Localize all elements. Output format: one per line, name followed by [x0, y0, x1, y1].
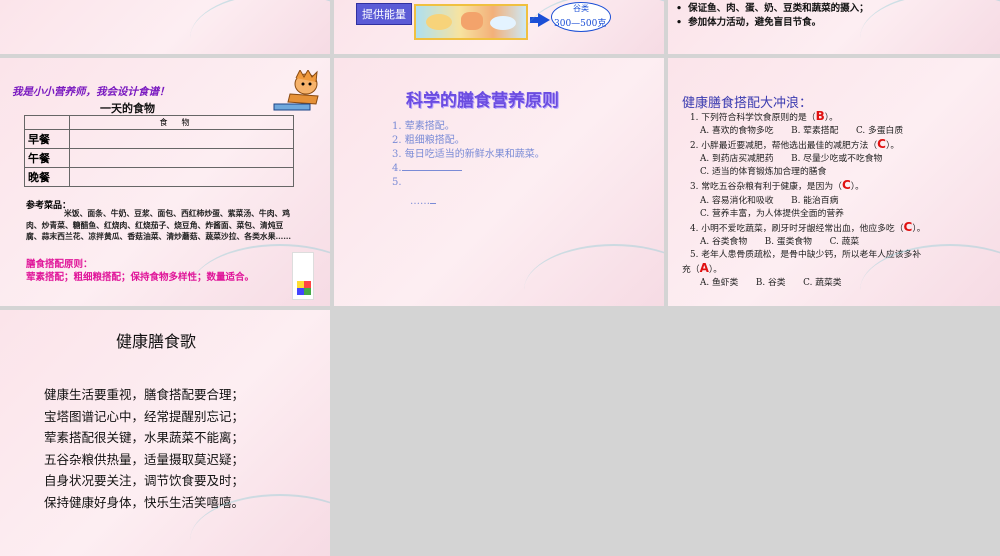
question-4: 4. 小明不爱吃蔬菜，刷牙时牙龈经常出血，他应多吃（C）。 [690, 219, 926, 234]
meal-cell-dinner[interactable] [69, 167, 294, 187]
quiz-body: 1. 下列符合科学饮食原则的是（B）。 A. 喜欢的食物多吃 B. 荤素搭配 C… [682, 109, 995, 290]
list-item: 5. [392, 177, 402, 188]
list-item: 4. [392, 162, 545, 176]
list-item: 3. 每日吃适当的新鲜水果和蔬菜。 [392, 149, 545, 160]
food-illustration [414, 4, 528, 40]
slide-thumbnail-7[interactable]: 健康膳食歌 健康生活要重视，膳食搭配要合理； 宝塔图谱记心中，经常提醒别忘记； … [0, 310, 330, 556]
kid-reading-icon [273, 70, 319, 111]
answer-3: C [841, 178, 851, 193]
poem-line: 自身状况要关注，调节饮食要及时； [44, 473, 245, 488]
table-caption: 一天的食物 [100, 102, 155, 115]
blank-line [401, 170, 462, 171]
meal-label-lunch: 午餐 [24, 148, 70, 168]
slide-title: 健康膳食歌 [116, 332, 197, 351]
principle-title: 膳食搭配原则： [26, 259, 93, 270]
slide-heading: 我是小小营养师，我会设计食谱！ [12, 86, 170, 98]
meal-label-breakfast: 早餐 [24, 129, 70, 149]
options-4: A. 谷类食物 B. 蛋类食物 C. 蔬菜 [700, 236, 860, 247]
empty-canvas-area [334, 310, 1000, 556]
options-2a: A. 到药店买减肥药 B. 尽量少吃或不吃食物 [700, 154, 883, 165]
slide-thumbnail-2[interactable]: 提供能量 谷类 300—500克 [334, 0, 664, 54]
poem-line: 健康生活要重视，膳食搭配要合理； [44, 387, 245, 402]
arrow-right-icon [538, 13, 550, 27]
rubiks-cube-icon [292, 252, 314, 300]
arrow-shaft [530, 17, 540, 23]
poem-line: 宝塔图谱记心中，经常提醒别忘记； [44, 408, 245, 424]
slide-title: 健康膳食搭配大冲浪： [682, 96, 813, 111]
grain-oval: 谷类 [551, 2, 611, 32]
meal-cell-lunch[interactable] [69, 148, 294, 168]
slide-thumbnail-5[interactable]: 科学的膳食营养原则 1. 荤素搭配。 2. 粗细粮搭配。 3. 每日吃适当的新鲜… [334, 58, 664, 306]
question-2: 2. 小胖最近要减肥，帮他选出最佳的减肥方法（C）。 [690, 137, 900, 152]
principle-list: 1. 荤素搭配。 2. 粗细粮搭配。 3. 每日吃适当的新鲜水果和蔬菜。 4. … [392, 120, 545, 190]
ellipsis: …… [410, 196, 436, 207]
bullet-list: 保证鱼、肉、蛋、奶、豆类和蔬菜的摄入； 参加体力活动，避免盲目节食。 [668, 2, 1000, 30]
table-header-food: 食物 [69, 115, 294, 130]
answer-2: C [877, 137, 886, 152]
bullet-item: 保证鱼、肉、蛋、奶、豆类和蔬菜的摄入； [676, 2, 1000, 16]
question-5-cont: 充（A）。 [682, 261, 723, 276]
options-3a: A. 容易消化和吸收 B. 能治百病 [700, 195, 839, 206]
options-1: A. 喜欢的食物多吃 B. 荤素搭配 C. 多蛋白质 [700, 126, 904, 137]
meal-cell-breakfast[interactable] [69, 129, 294, 149]
list-item: 1. 荤素搭配。 [392, 121, 455, 132]
answer-1: B [815, 109, 825, 123]
question-1: 1. 下列符合科学饮食原则的是（B）。 [690, 109, 838, 123]
slide-thumbnail-1[interactable] [0, 0, 330, 54]
grain-label: 谷类 [573, 4, 589, 13]
list-item: 2. 粗细粮搭配。 [392, 135, 465, 146]
options-3b: C. 营养丰富，为人体提供全面的营养 [700, 208, 844, 219]
principle-body: 荤素搭配；粗细粮搭配；保持食物多样性；数量适合。 [26, 272, 255, 283]
answer-5: A [699, 261, 709, 276]
slide-title: 科学的膳食营养原则 [406, 91, 559, 111]
grain-amount: 300—500克 [554, 19, 607, 29]
meal-plan-table: 食物 早餐 午餐 晚餐 [24, 115, 294, 187]
poem-line: 五谷杂粮供热量，适量摄取莫迟疑； [44, 451, 245, 467]
bullet-item: 参加体力活动，避免盲目节食。 [676, 16, 1000, 30]
slide-thumbnail-6[interactable]: 健康膳食搭配大冲浪： 1. 下列符合科学饮食原则的是（B）。 A. 喜欢的食物多… [668, 58, 1000, 306]
reference-dishes-list: 米饭、面条、牛奶、豆浆、面包、西红柿炒蛋、紫菜汤、牛肉、鸡肉、炒青菜、糖醋鱼、红… [26, 209, 292, 241]
meal-label-dinner: 晚餐 [24, 167, 70, 187]
slide-thumbnail-4[interactable]: 我是小小营养师，我会设计食谱！ 一天的食物 食物 早餐 午餐 晚餐 参考菜品： … [0, 58, 330, 306]
options-5: A. 鱼虾类 B. 谷类 C. 蔬菜类 [700, 278, 842, 289]
energy-tag: 提供能量 [356, 3, 412, 25]
question-3: 3. 常吃五谷杂粮有利于健康，是因为（C）。 [690, 178, 864, 193]
question-5: 5. 老年人患骨质疏松，是骨中缺少钙，所以老年人应该多补 [690, 249, 922, 260]
poem-line: 保持健康好身体，快乐生活笑嘻嘻。 [44, 494, 245, 510]
slide-thumbnail-3[interactable]: 保证鱼、肉、蛋、奶、豆类和蔬菜的摄入； 参加体力活动，避免盲目节食。 [668, 0, 1000, 54]
poem-body: 健康生活要重视，膳食搭配要合理； 宝塔图谱记心中，经常提醒别忘记； 荤素搭配很关… [44, 384, 244, 513]
poem-line: 荤素搭配很关键，水果蔬菜不能离； [44, 430, 245, 445]
